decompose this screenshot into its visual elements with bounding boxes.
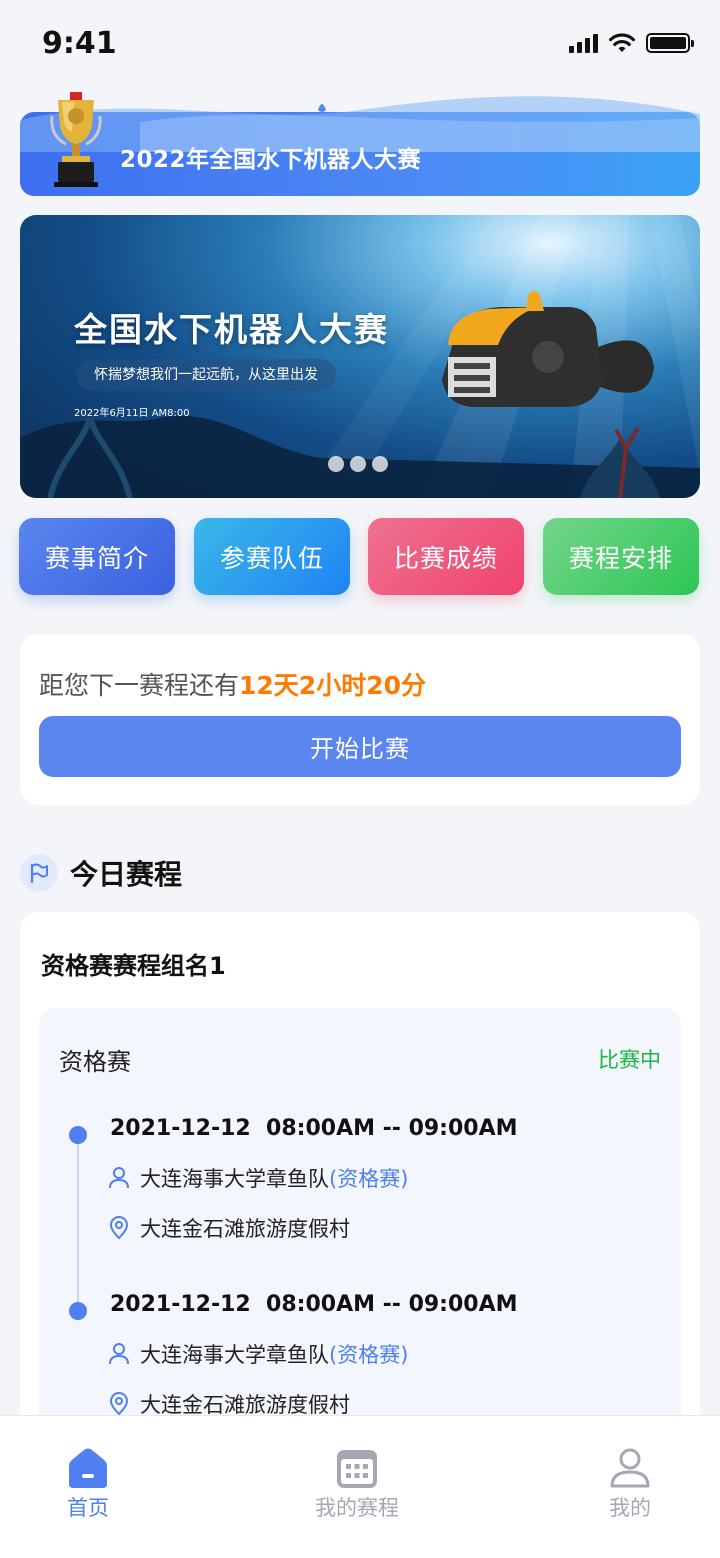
teams-button[interactable]: 参赛队伍 (194, 518, 350, 595)
round-name: 资格赛 (59, 1048, 131, 1076)
trophy-icon (50, 92, 102, 187)
status-badge: 比赛中 (598, 1048, 661, 1072)
status-bar: 9:41 (0, 0, 720, 88)
wifi-icon (609, 33, 635, 52)
countdown-prefix: 距您下一赛程还有 (39, 671, 240, 700)
countdown-card: 距您下一赛程还有12天2小时20分 开始比赛 (20, 634, 700, 805)
tab-my-schedule-label: 我的赛程 (315, 1496, 399, 1520)
flag-icon (20, 854, 58, 892)
hero-date: 2022年6月11日 AM8:00 (74, 408, 190, 419)
schedule-card: 资格赛赛程组名1 资格赛 比赛中 2021-12-12 08:00AM -- 0… (20, 912, 700, 1432)
page-title: 2022年全国水下机器人大赛 (120, 147, 422, 173)
cellular-signal-icon (569, 33, 598, 53)
hero-title: 全国水下机器人大赛 (74, 310, 389, 349)
timeline-dot (69, 1126, 87, 1144)
event-intro-button[interactable]: 赛事简介 (19, 518, 175, 595)
tab-home[interactable]: 首页 (50, 1446, 126, 1522)
entry-time: 2021-12-12 08:00AM -- 09:00AM (110, 1116, 518, 1141)
timeline-line (77, 1136, 79, 1308)
location-name: 大连金石滩旅游度假村 (140, 1217, 350, 1241)
carousel-indicator[interactable] (328, 456, 388, 472)
tab-my-schedule[interactable]: 我的赛程 (296, 1446, 418, 1522)
schedule-group-name: 资格赛赛程组名1 (41, 952, 226, 980)
tab-home-label: 首页 (67, 1496, 109, 1520)
underwater-robot-image (442, 291, 654, 407)
status-icons (569, 32, 694, 54)
today-schedule-header: 今日赛程 (20, 852, 182, 894)
start-match-button[interactable]: 开始比赛 (39, 716, 681, 777)
tab-me-label: 我的 (609, 1496, 651, 1520)
entry-time: 2021-12-12 08:00AM -- 09:00AM (110, 1292, 518, 1317)
team-name: 大连海事大学章鱼队 (140, 1343, 329, 1367)
person-icon (109, 1343, 129, 1365)
entry-team-row: 大连海事大学章鱼队 (资格赛) (108, 1163, 408, 1193)
person-icon (109, 1167, 129, 1189)
bottom-tab-bar: 首页 我的赛程 我的 (0, 1415, 720, 1558)
carousel-dot[interactable] (372, 456, 388, 472)
entry-team-row: 大连海事大学章鱼队 (资格赛) (108, 1339, 408, 1369)
carousel-dot[interactable] (350, 456, 366, 472)
team-tag: (资格赛) (329, 1167, 409, 1191)
battery-icon (646, 33, 694, 53)
schedule-button[interactable]: 赛程安排 (543, 518, 699, 595)
tab-me[interactable]: 我的 (590, 1446, 670, 1522)
team-tag: (资格赛) (329, 1343, 409, 1367)
entry-location-row: 大连金石滩旅游度假村 (108, 1213, 350, 1243)
location-pin-icon (109, 1216, 129, 1240)
location-pin-icon (109, 1392, 129, 1416)
calendar-icon (337, 1450, 377, 1488)
results-button[interactable]: 比赛成绩 (368, 518, 524, 595)
countdown-value: 12天2小时20分 (239, 671, 426, 700)
timeline-dot (69, 1302, 87, 1320)
home-icon (69, 1448, 107, 1488)
team-name: 大连海事大学章鱼队 (140, 1167, 329, 1191)
hero-slogan: 怀揣梦想我们一起远航，从这里出发 (76, 359, 336, 391)
hero-carousel[interactable]: 全国水下机器人大赛 怀揣梦想我们一起远航，从这里出发 2022年6月11日 AM… (20, 215, 700, 498)
carousel-dot[interactable] (328, 456, 344, 472)
user-icon (610, 1448, 650, 1488)
section-title: 今日赛程 (70, 858, 183, 891)
title-banner: 2022年全国水下机器人大赛 (20, 92, 700, 196)
round-panel[interactable]: 资格赛 比赛中 2021-12-12 08:00AM -- 09:00AM 大连… (39, 1008, 681, 1432)
countdown-text: 距您下一赛程还有12天2小时20分 (39, 666, 426, 702)
status-time: 9:41 (42, 26, 117, 61)
